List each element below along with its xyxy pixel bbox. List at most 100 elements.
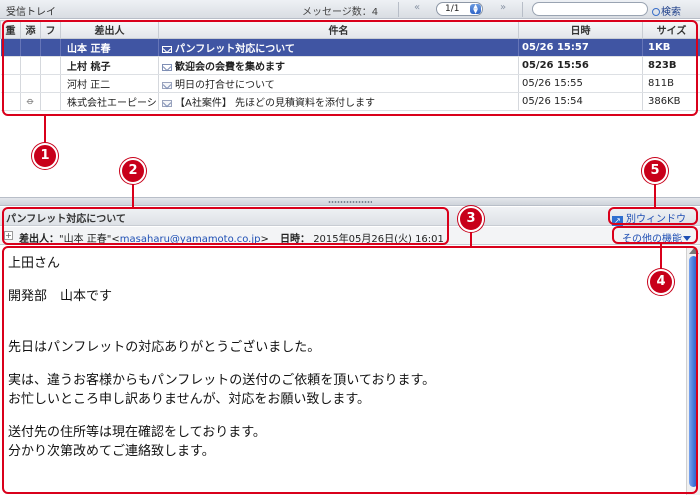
sender-cell: 山本 正春	[60, 38, 159, 57]
search-button[interactable]: 検索	[652, 3, 681, 18]
attachment-cell: ⌀	[20, 92, 41, 111]
scroll-up-icon[interactable]	[689, 248, 699, 254]
paperclip-icon: ⌀	[24, 95, 37, 108]
date-label: 日時：	[280, 234, 310, 245]
callout-badge-3: 3	[458, 206, 484, 232]
prev-page-button[interactable]: «	[411, 2, 423, 16]
splitter-grip-icon	[328, 201, 372, 203]
popout-label: 別ウィンドウ	[626, 214, 686, 225]
toolbar-divider	[522, 2, 523, 17]
callout-badge-4: 4	[648, 269, 674, 295]
date-cell: 05/26 15:56	[518, 56, 643, 75]
column-header-size[interactable]: サイズ	[642, 20, 700, 39]
pane-splitter[interactable]	[0, 197, 700, 206]
size-cell: 1KB	[642, 38, 700, 57]
important-cell[interactable]	[0, 74, 21, 93]
chevron-down-icon	[683, 236, 691, 241]
date-cell: 05/26 15:55	[518, 74, 643, 93]
attachment-cell	[20, 56, 41, 75]
envelope-icon	[162, 64, 172, 71]
inbox-toolbar: 受信トレイ メッセージ数：4 « 1/1 ▲ ▼ » 検索	[0, 0, 700, 19]
callout-badge-5: 5	[642, 158, 668, 184]
sender-cell: 河村 正二	[60, 74, 159, 93]
date-value: 2015年05月26日(火) 16:01	[313, 234, 444, 245]
important-cell[interactable]	[0, 92, 21, 111]
popout-icon: ↗	[612, 216, 623, 226]
callout-badge-2: 2	[120, 158, 146, 184]
flag-cell[interactable]	[40, 38, 61, 57]
next-page-button[interactable]: »	[497, 2, 509, 16]
body-scrollbar[interactable]	[686, 246, 700, 495]
preview-meta-bar: + 差出人："山本 正春"<masaharu@yamamoto.co.jp> 日…	[0, 227, 700, 245]
subject-cell: 歓迎会の会費を集めます	[158, 56, 519, 75]
table-row[interactable]: 河村 正二 明日の打合せについて 05/26 15:55 811B	[0, 74, 700, 93]
message-list: 重 添 フ 差出人 件名 日時 サイズ 山本 正春 パンフレット対応について 0…	[0, 20, 700, 111]
date-info: 日時： 2015年05月26日(火) 16:01	[280, 230, 444, 245]
message-count: メッセージ数：4	[302, 7, 379, 18]
search-button-label: 検索	[661, 7, 681, 18]
subject-text: 【A社案件】 先ほどの見積資料を添付します	[175, 98, 376, 109]
size-cell: 386KB	[642, 92, 700, 111]
preview-title-bar: パンフレット対応について ↗ 別ウィンドウ	[0, 207, 700, 226]
column-header-important[interactable]: 重	[0, 20, 21, 39]
body-intro: 開発部 山本です	[8, 288, 113, 304]
subject-text: 歓迎会の会費を集めます	[175, 62, 285, 73]
body-line: 先日はパンフレットの対応ありがとうございました。	[8, 340, 321, 355]
body-greeting: 上田さん	[8, 256, 61, 271]
body-line: 分かり次第改めてご連絡致します。	[8, 444, 215, 459]
table-row[interactable]: 山本 正春 パンフレット対応について 05/26 15:57 1KB	[0, 38, 700, 57]
date-cell: 05/26 15:57	[518, 38, 643, 57]
envelope-open-icon	[162, 100, 172, 107]
size-cell: 823B	[642, 56, 700, 75]
column-header-date[interactable]: 日時	[518, 20, 643, 39]
flag-cell[interactable]	[40, 92, 61, 111]
scrollbar-thumb[interactable]	[689, 256, 698, 487]
body-line: 実は、違うお客様からもパンフレットの送付のご依頼を頂いております。	[8, 372, 436, 388]
table-row[interactable]: 上村 桃子 歓迎会の会費を集めます 05/26 15:56 823B	[0, 56, 700, 75]
more-functions-dropdown[interactable]: その他の機能	[622, 230, 691, 245]
preview-subject: パンフレット対応について	[6, 214, 126, 225]
attachment-cell	[20, 38, 41, 57]
sender-cell: 株式会社エーピーシ	[60, 92, 159, 111]
toolbar-divider	[398, 2, 399, 17]
size-cell: 811B	[642, 74, 700, 93]
spinner-icon: ▲ ▼	[470, 4, 481, 15]
message-table: 重 添 フ 差出人 件名 日時 サイズ 山本 正春 パンフレット対応について 0…	[0, 20, 700, 111]
expand-header-icon[interactable]: +	[4, 231, 13, 240]
sender-cell: 上村 桃子	[60, 56, 159, 75]
from-name: "山本 正春"	[59, 234, 112, 245]
sender-info: 差出人："山本 正春"<masaharu@yamamoto.co.jp>	[19, 234, 269, 245]
subject-cell: パンフレット対応について	[158, 38, 519, 57]
body-line: お忙しいところ申し訳ありませんが、対応をお願い致します。	[8, 392, 371, 407]
envelope-open-icon	[162, 82, 172, 89]
search-icon	[652, 8, 660, 16]
folder-title: 受信トレイ	[6, 7, 56, 18]
column-header-flag[interactable]: フ	[40, 20, 61, 39]
subject-cell: 明日の打合せについて	[158, 74, 519, 93]
callout-badge-1: 1	[32, 143, 58, 169]
column-header-subject[interactable]: 件名	[158, 20, 519, 39]
table-row[interactable]: ⌀ 株式会社エーピーシ 【A社案件】 先ほどの見積資料を添付します 05/26 …	[0, 92, 700, 111]
from-label: 差出人：	[19, 234, 59, 245]
date-cell: 05/26 15:54	[518, 92, 643, 111]
flag-cell[interactable]	[40, 74, 61, 93]
column-header-sender[interactable]: 差出人	[60, 20, 159, 39]
important-cell[interactable]	[0, 56, 21, 75]
from-email-link[interactable]: masaharu@yamamoto.co.jp	[120, 234, 261, 245]
page-select-value: 1/1	[445, 4, 460, 14]
column-header-attachment[interactable]: 添	[20, 20, 41, 39]
mail-body[interactable]: 上田さん 開発部 山本です 先日はパンフレットの対応ありがとうございました。 実…	[0, 246, 686, 495]
flag-cell[interactable]	[40, 56, 61, 75]
search-input[interactable]	[532, 2, 648, 16]
subject-text: パンフレット対応について	[175, 44, 295, 55]
body-line: 送付先の住所等は現在確認をしております。	[8, 424, 266, 440]
table-header-row: 重 添 フ 差出人 件名 日時 サイズ	[0, 20, 700, 39]
open-in-new-window-link[interactable]: ↗ 別ウィンドウ	[612, 210, 686, 226]
subject-cell: 【A社案件】 先ほどの見積資料を添付します	[158, 92, 519, 111]
important-cell[interactable]	[0, 38, 21, 57]
attachment-cell	[20, 74, 41, 93]
envelope-open-icon	[162, 46, 172, 53]
page-select[interactable]: 1/1 ▲ ▼	[436, 2, 483, 16]
more-functions-label: その他の機能	[622, 234, 682, 245]
subject-text: 明日の打合せについて	[175, 80, 275, 91]
